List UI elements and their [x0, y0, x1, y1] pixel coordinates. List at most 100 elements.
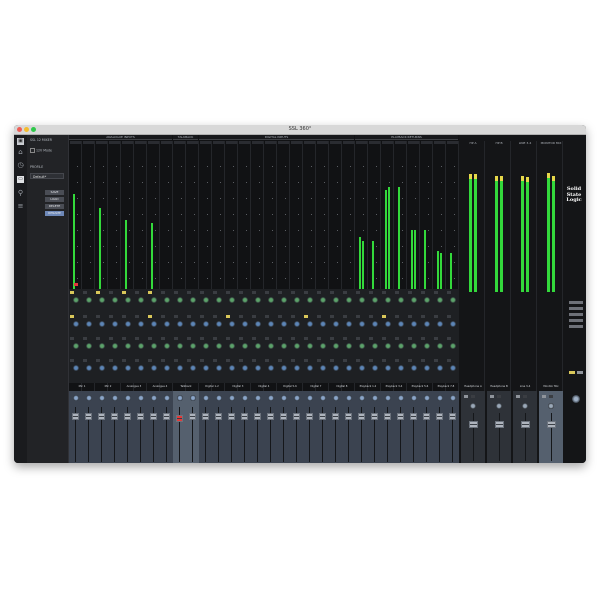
channel-switch[interactable] [369, 291, 373, 294]
channel-tab[interactable] [382, 141, 393, 144]
channel-knob[interactable] [164, 297, 170, 303]
home-icon[interactable]: ⌂ [17, 149, 24, 156]
channel-knob[interactable] [294, 343, 300, 349]
channel-knob[interactable] [281, 321, 287, 327]
channel-switch[interactable] [382, 291, 386, 294]
channel-knob[interactable] [138, 365, 144, 371]
channel-knob[interactable] [86, 343, 92, 349]
pan-knob[interactable] [86, 395, 92, 401]
fader-handle[interactable] [521, 421, 530, 428]
channel-knob[interactable] [385, 343, 391, 349]
channel-switch[interactable] [421, 291, 425, 294]
channel-switch[interactable] [278, 359, 282, 362]
channel-knob[interactable] [359, 343, 365, 349]
fader-handle[interactable] [332, 413, 339, 420]
monitor-option-button[interactable] [569, 325, 583, 328]
channel-switch[interactable] [434, 315, 438, 318]
channel-knob[interactable] [216, 365, 222, 371]
channel-switch[interactable] [83, 359, 87, 362]
channel-knob[interactable] [333, 321, 339, 327]
channel-switch[interactable] [447, 315, 451, 318]
pan-knob[interactable] [138, 395, 144, 401]
fader-handle[interactable] [150, 413, 157, 420]
channel-knob[interactable] [307, 321, 313, 327]
channel-switch[interactable] [343, 359, 347, 362]
save-button[interactable]: SAVE [45, 190, 64, 195]
channel-tab[interactable] [187, 141, 198, 144]
fader-handle[interactable] [384, 413, 391, 420]
channel-switch[interactable] [135, 337, 139, 340]
channel-switch[interactable] [265, 291, 269, 294]
channel-switch[interactable] [330, 291, 334, 294]
channel-tab[interactable] [278, 141, 289, 144]
channel-switch[interactable] [343, 291, 347, 294]
channel-switch[interactable] [122, 337, 126, 340]
channel-switch[interactable] [265, 337, 269, 340]
channel-knob[interactable] [229, 321, 235, 327]
channel-knob[interactable] [177, 343, 183, 349]
channel-switch[interactable] [252, 291, 256, 294]
channel-switch[interactable] [239, 315, 243, 318]
rename-button[interactable]: RENAME [45, 211, 64, 216]
channel-knob[interactable] [411, 321, 417, 327]
fader-handle[interactable] [397, 413, 404, 420]
pan-knob[interactable] [398, 395, 404, 401]
channel-knob[interactable] [242, 321, 248, 327]
channel-tab[interactable] [213, 141, 224, 144]
channel-knob[interactable] [86, 297, 92, 303]
channel-knob[interactable] [268, 343, 274, 349]
channel-switch[interactable] [382, 315, 386, 318]
channel-switch[interactable] [174, 291, 178, 294]
channel-switch[interactable] [421, 337, 425, 340]
fader-handle[interactable] [163, 413, 170, 420]
channel-switch[interactable] [369, 337, 373, 340]
channel-knob[interactable] [177, 365, 183, 371]
channel-switch[interactable] [200, 337, 204, 340]
channel-knob[interactable] [424, 321, 430, 327]
channel-switch[interactable] [343, 337, 347, 340]
channel-knob[interactable] [398, 297, 404, 303]
pan-knob[interactable] [281, 395, 287, 401]
channel-knob[interactable] [346, 343, 352, 349]
channel-knob[interactable] [333, 365, 339, 371]
channel-knob[interactable] [164, 321, 170, 327]
channel-switch[interactable] [135, 315, 139, 318]
fader-handle[interactable] [306, 413, 313, 420]
channel-knob[interactable] [281, 343, 287, 349]
channel-switch[interactable] [187, 315, 191, 318]
fader-handle[interactable] [98, 413, 105, 420]
output-switch[interactable] [497, 395, 501, 398]
fader-handle[interactable] [547, 421, 556, 428]
channel-tab[interactable] [447, 141, 458, 144]
channel-tab[interactable] [161, 141, 172, 144]
channel-switch[interactable] [148, 291, 152, 294]
channel-knob[interactable] [294, 297, 300, 303]
channel-knob[interactable] [346, 365, 352, 371]
channel-switch[interactable] [239, 359, 243, 362]
channel-switch[interactable] [356, 359, 360, 362]
channel-knob[interactable] [112, 321, 118, 327]
channel-knob[interactable] [229, 365, 235, 371]
monitor-option-button[interactable] [569, 319, 583, 322]
channel-knob[interactable] [346, 297, 352, 303]
channel-knob[interactable] [450, 365, 456, 371]
channel-knob[interactable] [99, 343, 105, 349]
channel-switch[interactable] [109, 315, 113, 318]
fader-handle[interactable] [436, 413, 443, 420]
mode-checkbox[interactable]: 12V Mode [30, 148, 52, 153]
pan-knob[interactable] [125, 395, 131, 401]
channel-switch[interactable] [382, 337, 386, 340]
channel-knob[interactable] [372, 297, 378, 303]
channel-switch[interactable] [304, 291, 308, 294]
channel-knob[interactable] [437, 297, 443, 303]
fader-handle[interactable] [124, 413, 131, 420]
channel-knob[interactable] [307, 297, 313, 303]
channel-switch[interactable] [278, 337, 282, 340]
channel-switch[interactable] [304, 359, 308, 362]
channel-switch[interactable] [265, 315, 269, 318]
monitor-option-button[interactable] [569, 313, 583, 316]
pan-knob[interactable] [307, 395, 313, 401]
channel-tab[interactable] [291, 141, 302, 144]
channel-switch[interactable] [317, 315, 321, 318]
channel-knob[interactable] [73, 321, 79, 327]
